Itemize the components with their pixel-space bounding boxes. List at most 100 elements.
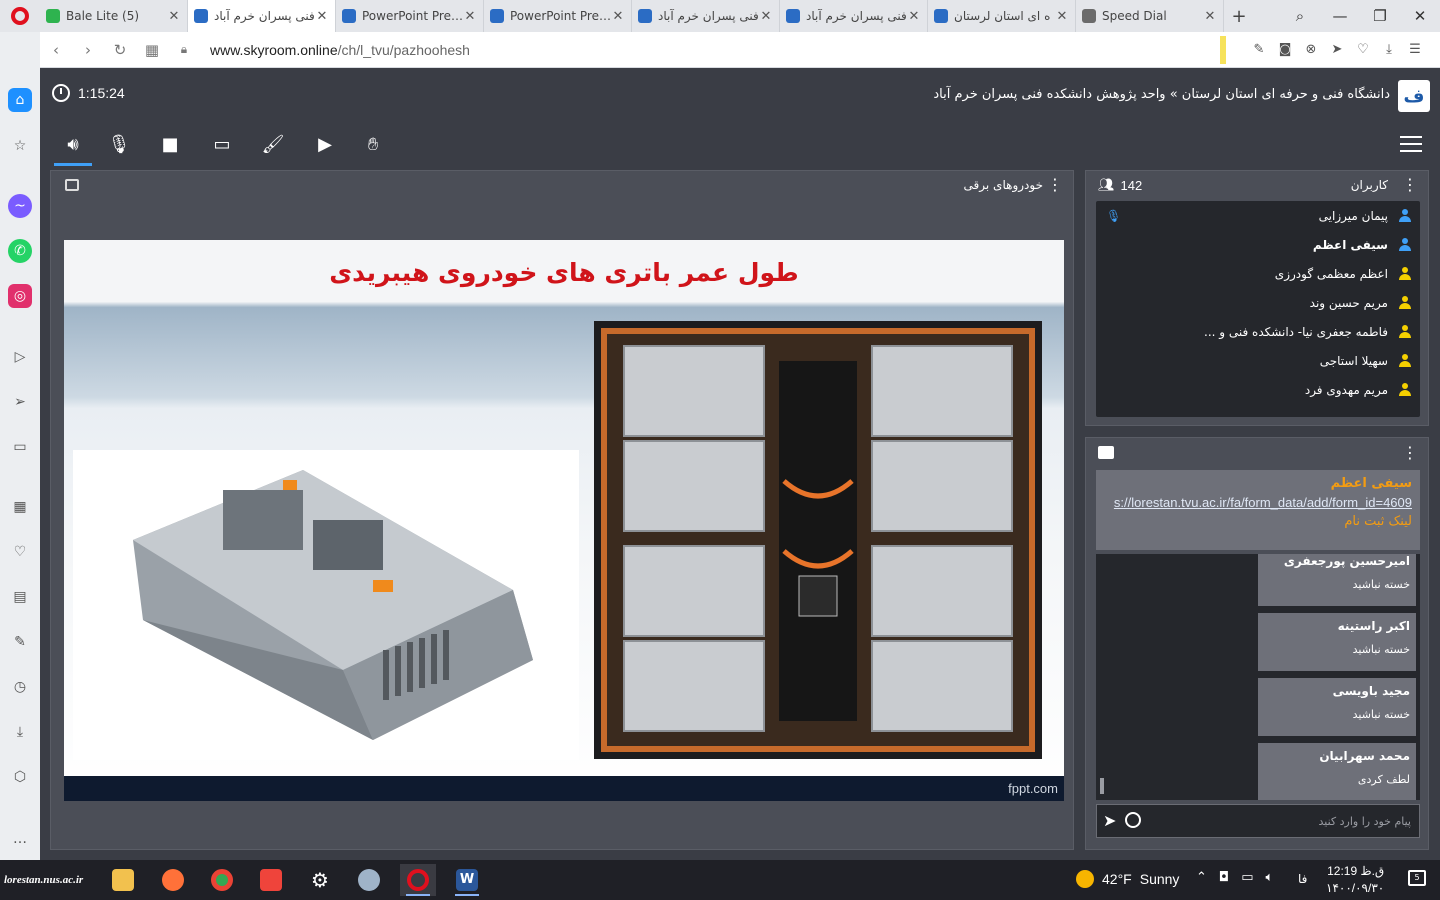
instagram-icon[interactable]: ◎ bbox=[8, 284, 32, 308]
chat-message-input[interactable] bbox=[1149, 811, 1411, 831]
tray-camera-icon[interactable]: ◘ bbox=[1219, 870, 1229, 885]
word-icon[interactable]: W bbox=[449, 864, 485, 896]
tab-close-icon[interactable]: ✕ bbox=[167, 9, 181, 24]
send-icon[interactable]: ➤ bbox=[1324, 42, 1350, 57]
users-options-icon[interactable]: ⋮ bbox=[1402, 175, 1418, 194]
tab-close-icon[interactable]: ✕ bbox=[463, 9, 477, 24]
volume-icon[interactable]: 🔈︎ bbox=[1266, 870, 1274, 885]
personal-news-icon[interactable]: ✎ bbox=[8, 630, 32, 654]
panel-options-icon[interactable]: ⋮ bbox=[1047, 175, 1063, 194]
tab-close-icon[interactable]: ✕ bbox=[1055, 9, 1069, 24]
weather-widget[interactable]: 42°F Sunny bbox=[1076, 870, 1179, 888]
home-icon[interactable]: ⌂ bbox=[8, 88, 32, 112]
messenger-icon[interactable]: ~ bbox=[8, 194, 32, 218]
users-icon: 👥︎ bbox=[1098, 177, 1115, 192]
player-icon[interactable]: ▷ bbox=[8, 345, 32, 369]
user-list-item[interactable]: مریم حسین وند bbox=[1096, 288, 1420, 317]
tab-favicon-icon bbox=[46, 9, 60, 23]
taskbar-clock[interactable]: 12:19 ق.ظ ۱۴۰۰/۰۹/۳۰ bbox=[1326, 863, 1384, 897]
forward-button[interactable]: › bbox=[72, 41, 104, 59]
tab-close-icon[interactable]: ✕ bbox=[907, 9, 921, 24]
minimize-button[interactable]: — bbox=[1320, 7, 1360, 25]
close-window-button[interactable]: ✕ bbox=[1400, 7, 1440, 25]
browser-tab[interactable]: Bale Lite (5) ✕ bbox=[40, 0, 188, 32]
more-icon[interactable]: … bbox=[8, 827, 32, 851]
user-list-item[interactable]: سهیلا استاجی bbox=[1096, 346, 1420, 375]
slide-title: طول عمر باتری های خودروی هیبریدی bbox=[329, 258, 799, 287]
browser-tab[interactable]: PowerPoint Prese ✕ bbox=[336, 0, 484, 32]
media-icon[interactable]: ▶ bbox=[312, 132, 338, 158]
bookmarks-icon[interactable]: ♡ bbox=[8, 540, 32, 564]
easy-setup-icon[interactable]: ☰ bbox=[1402, 42, 1428, 57]
chat-message-text: خسته نباشید bbox=[1352, 643, 1410, 656]
camera-icon[interactable]: ■ bbox=[157, 132, 183, 158]
restore-button[interactable]: ❐ bbox=[1360, 7, 1400, 25]
globe-icon[interactable] bbox=[351, 864, 387, 896]
file-explorer-icon[interactable] bbox=[105, 864, 141, 896]
send-icon[interactable]: ➤ bbox=[1103, 811, 1116, 830]
download-icon[interactable]: ⤓ bbox=[1376, 42, 1402, 57]
tab-close-icon[interactable]: ✕ bbox=[611, 9, 625, 24]
opera-taskbar-icon[interactable] bbox=[400, 864, 436, 896]
address-bar: ‹ › ↻ ▦ 🔒︎ www.skyroom.online/ch/l_tvu/p… bbox=[40, 32, 1440, 68]
browser-tab[interactable]: ه ای استان لرستان ✕ bbox=[928, 0, 1076, 32]
downloads-icon[interactable]: ⤓ bbox=[8, 720, 32, 744]
flow-icon[interactable]: ➢ bbox=[8, 390, 32, 414]
bookmark-heart-icon[interactable]: ♡ bbox=[1350, 42, 1376, 57]
settings-icon[interactable]: ⚙ bbox=[302, 864, 338, 896]
wallet-icon[interactable]: ▭ bbox=[8, 435, 32, 459]
fullscreen-icon[interactable] bbox=[65, 179, 79, 191]
tab-search-icon[interactable]: ⌕ bbox=[1280, 7, 1320, 25]
raise-hand-icon[interactable]: ✋︎ bbox=[360, 132, 386, 158]
language-indicator[interactable]: فا bbox=[1298, 872, 1307, 886]
star-icon[interactable]: ☆ bbox=[8, 134, 32, 158]
tab-close-icon[interactable]: ✕ bbox=[315, 9, 329, 24]
screen-share-icon[interactable]: ▭ bbox=[209, 132, 235, 158]
notification-center-icon[interactable]: 5 bbox=[1408, 870, 1426, 886]
mic-off-icon[interactable]: 🎙︎ bbox=[106, 132, 132, 158]
new-tab-button[interactable]: + bbox=[1224, 6, 1254, 27]
speed-dial-icon[interactable]: ▦ bbox=[8, 495, 32, 519]
user-list[interactable]: پیمان میرزایی 🎙︎ سیفی اعظم اعظم معظمی گودرز… bbox=[1096, 201, 1420, 417]
pinned-link[interactable]: s://lorestan.tvu.ac.ir/fa/form_data/add/… bbox=[1104, 495, 1412, 510]
user-list-item[interactable]: مریم مهدوی فرد bbox=[1096, 375, 1420, 404]
anydesk-icon[interactable] bbox=[253, 864, 289, 896]
history-icon[interactable]: ◷ bbox=[8, 675, 32, 699]
firefox-icon[interactable] bbox=[155, 864, 191, 896]
edit-icon[interactable]: ✎ bbox=[1246, 42, 1272, 57]
user-list-item[interactable]: فاطمه جعفری نیا- دانشکده فنی و ... bbox=[1096, 317, 1420, 346]
browser-tab[interactable]: Speed Dial ✕ bbox=[1076, 0, 1224, 32]
chat-message-author: امیرحسین پورجعفری bbox=[1283, 554, 1410, 568]
browser-tab[interactable]: فنی پسران خرم آباد ✕ bbox=[780, 0, 928, 32]
user-list-item[interactable]: پیمان میرزایی 🎙︎ bbox=[1096, 201, 1420, 230]
tray-chevron-icon[interactable]: ⌃ bbox=[1196, 870, 1207, 885]
news-icon[interactable]: ▤ bbox=[8, 585, 32, 609]
chrome-icon[interactable] bbox=[204, 864, 240, 896]
browser-tab[interactable]: PowerPoint Prese ✕ bbox=[484, 0, 632, 32]
whatsapp-icon[interactable]: ✆ bbox=[8, 239, 32, 263]
browser-tab[interactable]: فنی پسران خرم آباد ✕ bbox=[632, 0, 780, 32]
emoji-icon[interactable] bbox=[1125, 812, 1141, 828]
browser-tab[interactable]: فنی پسران خرم آباد ✕ bbox=[188, 0, 336, 32]
brush-icon[interactable]: 🖌︎ bbox=[260, 132, 286, 158]
user-list-item[interactable]: اعظم معظمی گودرزی bbox=[1096, 259, 1420, 288]
chat-messages[interactable]: امیرحسین پورجعفری خسته نباشید اکبر راستینه… bbox=[1096, 554, 1420, 800]
hamburger-menu-button[interactable] bbox=[1400, 136, 1422, 157]
user-list-item[interactable]: سیفی اعظم bbox=[1096, 230, 1420, 259]
url-field[interactable]: www.skyroom.online/ch/l_tvu/pazhoohesh bbox=[210, 42, 470, 58]
tabs-grid-button[interactable]: ▦ bbox=[136, 41, 168, 59]
user-name: اعظم معظمی گودرزی bbox=[1274, 266, 1388, 281]
chat-scrollbar[interactable] bbox=[1100, 778, 1104, 794]
back-button[interactable]: ‹ bbox=[40, 41, 72, 59]
vpn-badge[interactable] bbox=[1220, 36, 1226, 64]
snapshot-icon[interactable]: ◙ bbox=[1272, 42, 1298, 57]
tab-close-icon[interactable]: ✕ bbox=[1203, 9, 1217, 24]
chat-options-icon[interactable]: ⋮ bbox=[1402, 443, 1418, 462]
extensions-icon[interactable]: ⬡ bbox=[8, 765, 32, 789]
reload-button[interactable]: ↻ bbox=[104, 41, 136, 59]
opera-menu-button[interactable] bbox=[0, 0, 40, 32]
speaker-icon[interactable]: 🔊︎ bbox=[54, 132, 92, 166]
network-icon[interactable]: ▭ bbox=[1241, 870, 1253, 885]
adblock-icon[interactable]: ⊗ bbox=[1298, 42, 1324, 57]
tab-close-icon[interactable]: ✕ bbox=[759, 9, 773, 24]
